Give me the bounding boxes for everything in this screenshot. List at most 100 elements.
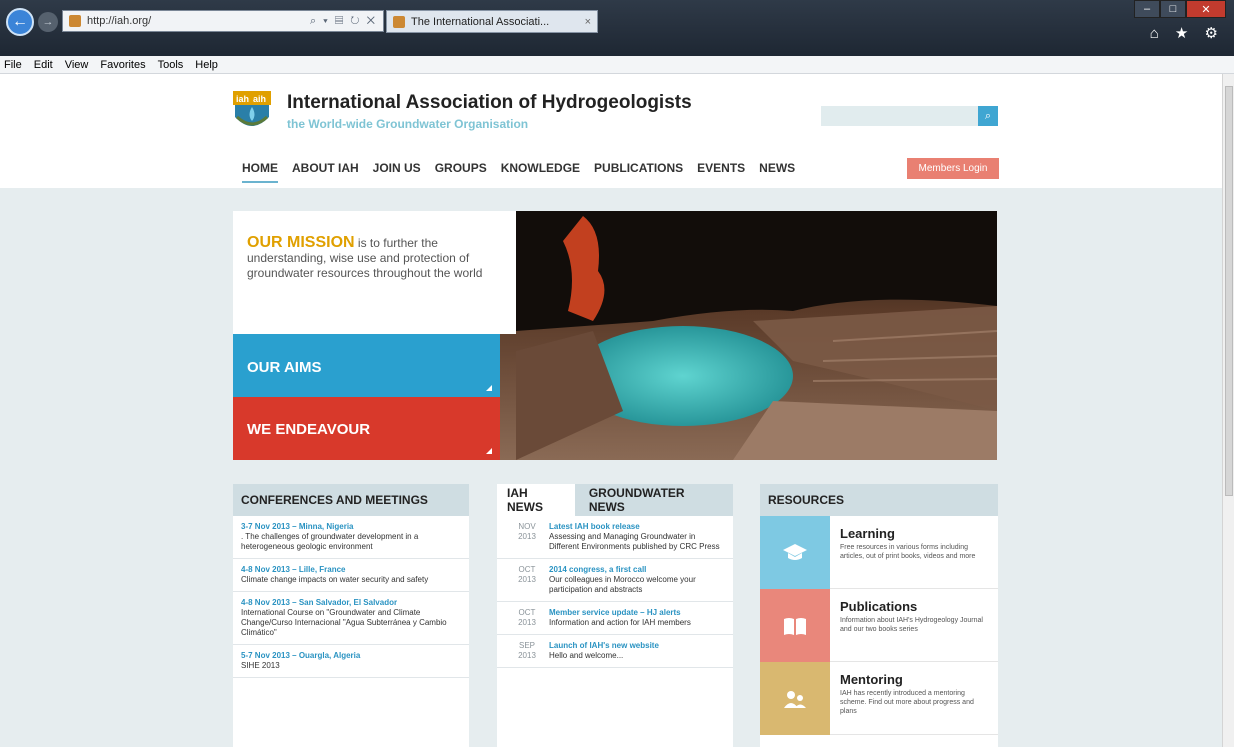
- resource-title[interactable]: Publications: [840, 599, 988, 614]
- nav-knowledge[interactable]: KNOWLEDGE: [501, 161, 580, 183]
- menu-edit[interactable]: Edit: [34, 59, 53, 71]
- list-item[interactable]: 4-8 Nov 2013 – San Salvador, El Salvador…: [233, 592, 469, 645]
- menu-view[interactable]: View: [65, 59, 89, 71]
- list-item[interactable]: 5-7 Nov 2013 – Ouargla, Algeria SIHE 201…: [233, 645, 469, 678]
- close-button[interactable]: ✕: [1186, 0, 1226, 18]
- mission-heading: OUR MISSION: [247, 234, 355, 251]
- we-endeavour-panel[interactable]: WE ENDEAVOUR: [233, 397, 500, 460]
- nav-about[interactable]: ABOUT IAH: [292, 161, 359, 183]
- nav-home[interactable]: HOME: [242, 161, 278, 183]
- back-button[interactable]: ←: [6, 8, 34, 36]
- list-item[interactable]: OCT 2013 Member service update – HJ alert…: [497, 602, 733, 635]
- maximize-button[interactable]: □: [1160, 0, 1186, 18]
- corner-arrow-icon: [486, 448, 492, 454]
- nav-news[interactable]: NEWS: [759, 161, 795, 183]
- conference-desc: Climate change impacts on water security…: [241, 575, 429, 584]
- menu-bar: File Edit View Favorites Tools Help: [0, 56, 1234, 74]
- vertical-scrollbar[interactable]: [1222, 74, 1234, 747]
- resource-learning[interactable]: Learning Free resources in various forms …: [760, 516, 998, 589]
- news-desc: Assessing and Managing Groundwater in Di…: [549, 532, 720, 551]
- site-tagline: the World-wide Groundwater Organisation: [287, 117, 529, 131]
- graduation-cap-icon: [760, 516, 830, 589]
- search-icon[interactable]: ⌕: [978, 106, 998, 126]
- svg-text:aih: aih: [253, 94, 266, 104]
- browser-tab[interactable]: The International Associati... ×: [386, 10, 598, 33]
- tab-favicon-icon: [393, 15, 405, 28]
- conference-desc: International Course on "Groundwater and…: [241, 608, 447, 637]
- conference-desc: SIHE 2013: [241, 661, 280, 670]
- list-item[interactable]: OCT 2013 2014 congress, a first call Our c…: [497, 559, 733, 602]
- book-icon: [760, 589, 830, 662]
- mission-box: OUR MISSION is to further the understand…: [233, 211, 516, 334]
- news-title[interactable]: Latest IAH book release: [549, 522, 725, 532]
- tab-close-icon[interactable]: ×: [585, 16, 591, 28]
- news-desc: Our colleagues in Morocco welcome your p…: [549, 575, 696, 594]
- toolbar-icons[interactable]: ⌂ ★ ⚙: [1150, 24, 1224, 42]
- conference-title[interactable]: 3-7 Nov 2013 – Minna, Nigeria: [241, 522, 461, 532]
- menu-help[interactable]: Help: [195, 59, 218, 71]
- conference-title[interactable]: 5-7 Nov 2013 – Ouargla, Algeria: [241, 651, 461, 661]
- list-item[interactable]: 3-7 Nov 2013 – Minna, Nigeria . The chal…: [233, 516, 469, 559]
- conferences-heading: CONFERENCES AND MEETINGS: [233, 484, 469, 516]
- menu-favorites[interactable]: Favorites: [100, 59, 145, 71]
- people-icon: [760, 662, 830, 735]
- news-desc: Information and action for IAH members: [549, 618, 691, 627]
- nav-events[interactable]: EVENTS: [697, 161, 745, 183]
- address-bar[interactable]: http://iah.org/ ⌕ ▾ ▤ ↻ ✕: [62, 10, 384, 32]
- aims-label: OUR AIMS: [247, 359, 322, 376]
- conference-title[interactable]: 4-8 Nov 2013 – Lille, France: [241, 565, 461, 575]
- news-date: OCT 2013: [518, 565, 536, 584]
- iah-logo-icon[interactable]: iah aih: [233, 91, 271, 133]
- address-tools[interactable]: ⌕ ▾ ▤ ↻ ✕: [310, 15, 377, 28]
- resource-desc: Information about IAH's Hydrogeology Jou…: [840, 617, 983, 633]
- minimize-button[interactable]: –: [1134, 0, 1160, 18]
- tab-iah-news[interactable]: IAH NEWS: [497, 484, 575, 516]
- forward-button[interactable]: →: [38, 12, 58, 32]
- scrollbar-thumb[interactable]: [1225, 86, 1233, 496]
- resource-mentoring[interactable]: Mentoring IAH has recently introduced a m…: [760, 662, 998, 735]
- menu-tools[interactable]: Tools: [158, 59, 184, 71]
- news-tabs: IAH NEWS GROUNDWATER NEWS: [497, 484, 733, 516]
- site-name[interactable]: International Association of Hydrogeolog…: [287, 92, 692, 114]
- resource-title[interactable]: Learning: [840, 526, 988, 541]
- conference-desc: . The challenges of groundwater developm…: [241, 532, 419, 551]
- tab-groundwater-news[interactable]: GROUNDWATER NEWS: [575, 486, 733, 514]
- site-header: iah aih International Association of Hyd…: [0, 74, 1222, 188]
- news-title[interactable]: Member service update – HJ alerts: [549, 608, 725, 618]
- news-title[interactable]: 2014 congress, a first call: [549, 565, 725, 575]
- web-page: iah aih International Association of Hyd…: [0, 74, 1222, 747]
- main-nav: HOME ABOUT IAH JOIN US GROUPS KNOWLEDGE …: [242, 161, 795, 183]
- browser-chrome: ← → http://iah.org/ ⌕ ▾ ▤ ↻ ✕ The Intern…: [0, 0, 1234, 56]
- list-item[interactable]: SEP 2013 Launch of IAH's new website Hello…: [497, 635, 733, 668]
- news-date: OCT 2013: [518, 608, 536, 627]
- svg-text:iah: iah: [236, 94, 249, 104]
- news-date: SEP 2013: [518, 641, 536, 660]
- resource-publications[interactable]: Publications Information about IAH's Hydr…: [760, 589, 998, 662]
- news-date: NOV 2013: [518, 522, 536, 541]
- news-title[interactable]: Launch of IAH's new website: [549, 641, 725, 651]
- url-text[interactable]: http://iah.org/: [87, 15, 310, 27]
- search-input[interactable]: ⌕: [821, 106, 998, 126]
- tab-title: The International Associati...: [411, 15, 550, 28]
- our-aims-panel[interactable]: OUR AIMS: [233, 334, 500, 397]
- resources-panel: RESOURCES Learning Free resources in vari…: [760, 484, 998, 747]
- window-controls: – □ ✕: [1134, 0, 1226, 18]
- members-login-button[interactable]: Members Login: [907, 158, 999, 179]
- favicon-icon: [69, 15, 81, 27]
- list-item[interactable]: NOV 2013 Latest IAH book release Assessing…: [497, 516, 733, 559]
- resources-heading: RESOURCES: [760, 484, 998, 516]
- news-desc: Hello and welcome...: [549, 651, 624, 660]
- endeavour-label: WE ENDEAVOUR: [247, 421, 371, 438]
- resource-desc: Free resources in various forms includin…: [840, 544, 976, 560]
- resource-title[interactable]: Mentoring: [840, 672, 988, 687]
- list-item[interactable]: 4-8 Nov 2013 – Lille, France Climate cha…: [233, 559, 469, 592]
- menu-file[interactable]: File: [4, 59, 22, 71]
- nav-publications[interactable]: PUBLICATIONS: [594, 161, 683, 183]
- nav-groups[interactable]: GROUPS: [435, 161, 487, 183]
- conference-title[interactable]: 4-8 Nov 2013 – San Salvador, El Salvador: [241, 598, 461, 608]
- nav-join[interactable]: JOIN US: [373, 161, 421, 183]
- nav-buttons: ← →: [6, 8, 58, 36]
- resource-desc: IAH has recently introduced a mentoring …: [840, 690, 974, 715]
- corner-arrow-icon: [486, 385, 492, 391]
- hero-banner: OUR MISSION is to further the understand…: [233, 211, 997, 460]
